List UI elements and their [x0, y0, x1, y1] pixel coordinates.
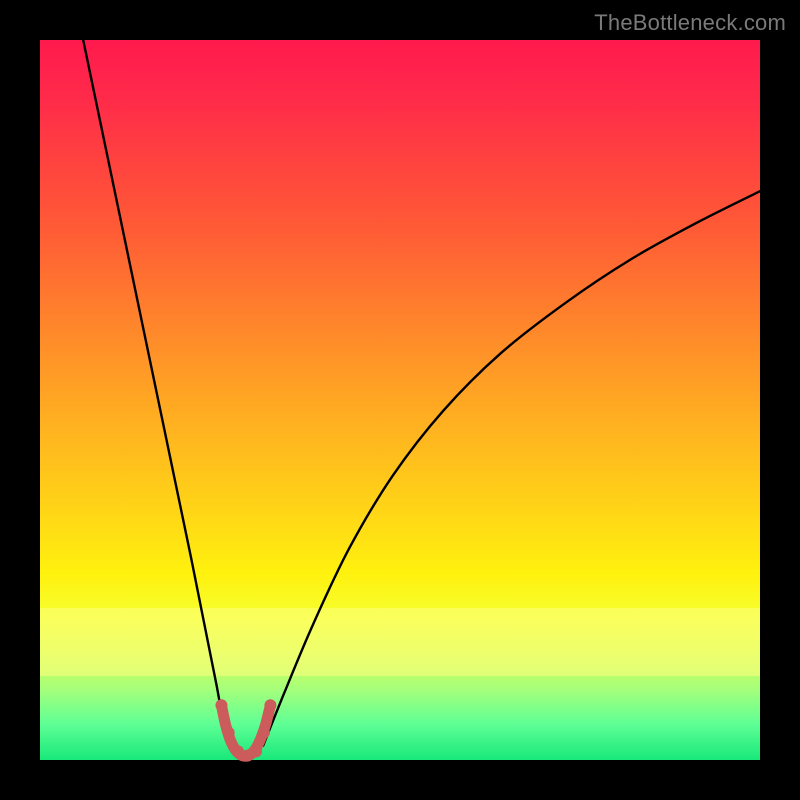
marker-dot	[258, 727, 270, 739]
marker-dot	[250, 745, 262, 757]
marker-dot	[215, 699, 227, 711]
marker-dot	[264, 699, 276, 711]
series-left-curve	[83, 40, 228, 746]
watermark-text: TheBottleneck.com	[594, 10, 786, 36]
series-right-curve	[263, 191, 760, 745]
chart-frame: TheBottleneck.com	[0, 0, 800, 800]
chart-svg	[40, 40, 760, 760]
marker-dot	[223, 727, 235, 739]
marker-dots	[215, 699, 276, 761]
series-group	[83, 40, 760, 756]
